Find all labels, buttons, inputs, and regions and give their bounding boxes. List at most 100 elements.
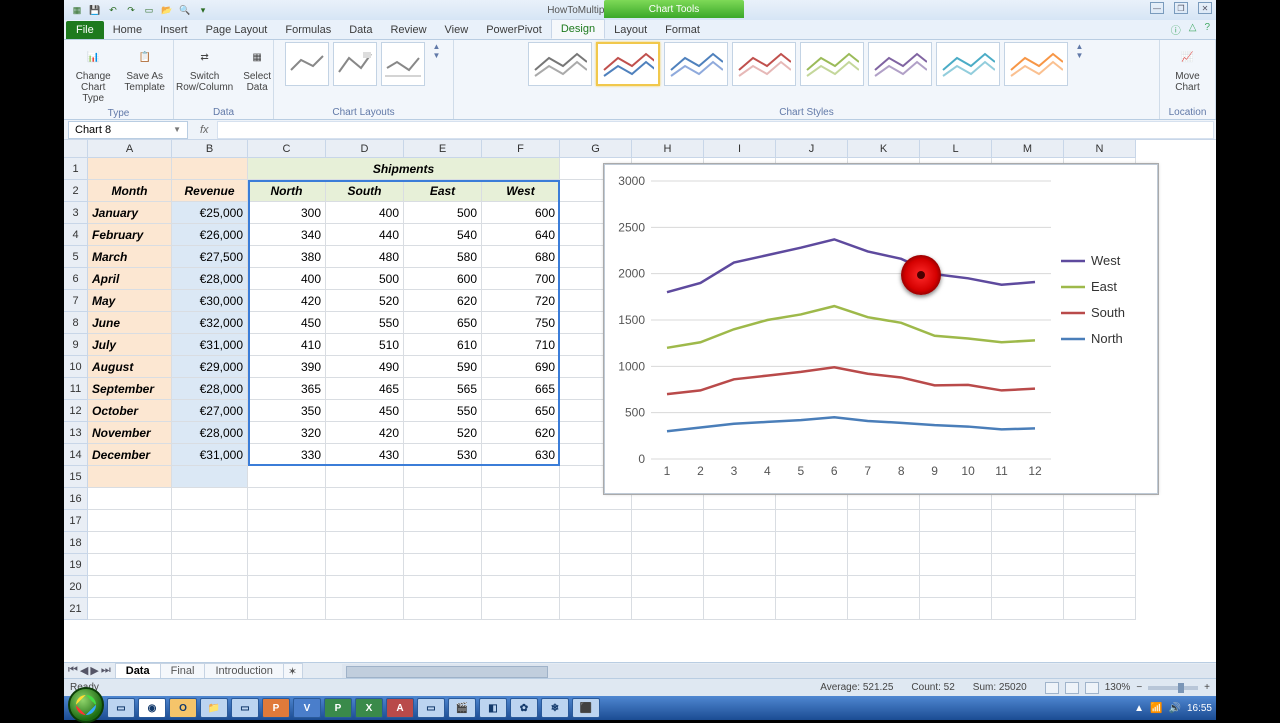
worksheet-grid[interactable]: ABCDEFGHIJKLMN 1234567891011121314151617… [64,140,1216,664]
cell-G17[interactable] [560,510,632,532]
zoom-slider[interactable] [1148,686,1198,690]
tab-layout[interactable]: Layout [605,21,656,39]
cell-A15[interactable] [88,466,172,488]
cell-B16[interactable] [172,488,248,510]
cell-A4[interactable]: February [88,224,172,246]
new-icon[interactable]: ▭ [142,3,156,17]
chart-style-3[interactable] [664,42,728,86]
taskbar-access[interactable]: A [386,698,414,718]
cell-K18[interactable] [848,532,920,554]
taskbar-app-14[interactable]: ✿ [510,698,538,718]
cell-N20[interactable] [1064,576,1136,598]
row-header-4[interactable]: 4 [64,224,88,246]
cell-B19[interactable] [172,554,248,576]
cell-I20[interactable] [704,576,776,598]
cell-K20[interactable] [848,576,920,598]
taskbar-app-16[interactable]: ⬛ [572,698,600,718]
cell-J17[interactable] [776,510,848,532]
minimize-ribbon-icon[interactable]: △ [1189,22,1197,37]
taskbar-app-13[interactable]: ◧ [479,698,507,718]
help-icon[interactable]: ⓘ [1171,22,1181,37]
move-chart-button[interactable]: 📈 Move Chart [1166,42,1209,95]
tab-powerpivot[interactable]: PowerPivot [477,21,551,39]
cell-D4[interactable]: 440 [326,224,404,246]
cell-G20[interactable] [560,576,632,598]
cell-C8[interactable]: 450 [248,312,326,334]
embedded-chart[interactable]: 050010001500200025003000123456789101112W… [604,164,1158,494]
cell-A9[interactable]: July [88,334,172,356]
cell-A14[interactable]: December [88,444,172,466]
cell-F17[interactable] [482,510,560,532]
cell-B11[interactable]: €28,000 [172,378,248,400]
cell-H17[interactable] [632,510,704,532]
cell-A10[interactable]: August [88,356,172,378]
cell-E16[interactable] [404,488,482,510]
row-header-8[interactable]: 8 [64,312,88,334]
cell-F11[interactable]: 665 [482,378,560,400]
cell-A16[interactable] [88,488,172,510]
chart-style-8[interactable] [1004,42,1068,86]
cell-D8[interactable]: 550 [326,312,404,334]
cell-E15[interactable] [404,466,482,488]
minimize-button[interactable]: — [1150,2,1164,14]
cell-I18[interactable] [704,532,776,554]
horizontal-scrollbar[interactable] [342,664,1216,678]
cell-D11[interactable]: 465 [326,378,404,400]
cell-B8[interactable]: €32,000 [172,312,248,334]
cell-C11[interactable]: 365 [248,378,326,400]
taskbar-outlook[interactable]: O [169,698,197,718]
column-header-A[interactable]: A [88,140,172,158]
cell-L17[interactable] [920,510,992,532]
row-header-16[interactable]: 16 [64,488,88,510]
row-header-3[interactable]: 3 [64,202,88,224]
cell-B21[interactable] [172,598,248,620]
taskbar-explorer[interactable]: 📁 [200,698,228,718]
cell-D6[interactable]: 500 [326,268,404,290]
cell-C15[interactable] [248,466,326,488]
cell-F10[interactable]: 690 [482,356,560,378]
cell-E14[interactable]: 530 [404,444,482,466]
cell-E9[interactable]: 610 [404,334,482,356]
view-page-break-button[interactable] [1085,682,1099,694]
chart-style-6[interactable] [868,42,932,86]
tab-format[interactable]: Format [656,21,709,39]
row-header-14[interactable]: 14 [64,444,88,466]
sheet-nav-next-icon[interactable]: ▶ [90,664,98,677]
cell-D3[interactable]: 400 [326,202,404,224]
formula-input[interactable] [217,121,1214,139]
taskbar-app-15[interactable]: ❄ [541,698,569,718]
cell-N17[interactable] [1064,510,1136,532]
cell-G18[interactable] [560,532,632,554]
cell-F18[interactable] [482,532,560,554]
cell-F20[interactable] [482,576,560,598]
row-header-17[interactable]: 17 [64,510,88,532]
sheet-tab-introduction[interactable]: Introduction [204,663,283,678]
sheet-tab-final[interactable]: Final [160,663,206,678]
name-box[interactable]: Chart 8 ▼ [68,121,188,139]
cell-M19[interactable] [992,554,1064,576]
view-page-layout-button[interactable] [1065,682,1079,694]
column-header-M[interactable]: M [992,140,1064,158]
row-header-5[interactable]: 5 [64,246,88,268]
chart-layout-1[interactable] [285,42,329,86]
cell-C9[interactable]: 410 [248,334,326,356]
column-header-C[interactable]: C [248,140,326,158]
column-header-N[interactable]: N [1064,140,1136,158]
row-header-21[interactable]: 21 [64,598,88,620]
row-header-12[interactable]: 12 [64,400,88,422]
cell-I21[interactable] [704,598,776,620]
chart-style-2[interactable] [596,42,660,86]
cell-F13[interactable]: 620 [482,422,560,444]
zoom-in-button[interactable]: + [1204,682,1210,693]
column-header-G[interactable]: G [560,140,632,158]
cell-F3[interactable]: 600 [482,202,560,224]
row-header-20[interactable]: 20 [64,576,88,598]
help2-icon[interactable]: ? [1204,22,1210,37]
cell-M20[interactable] [992,576,1064,598]
cell-shipments-header[interactable]: Shipments [248,158,560,180]
cell-D16[interactable] [326,488,404,510]
row-header-19[interactable]: 19 [64,554,88,576]
cell-F7[interactable]: 720 [482,290,560,312]
chart-styles-more[interactable]: ▲▼ [1074,42,1086,60]
save-icon[interactable]: 💾 [88,3,102,17]
